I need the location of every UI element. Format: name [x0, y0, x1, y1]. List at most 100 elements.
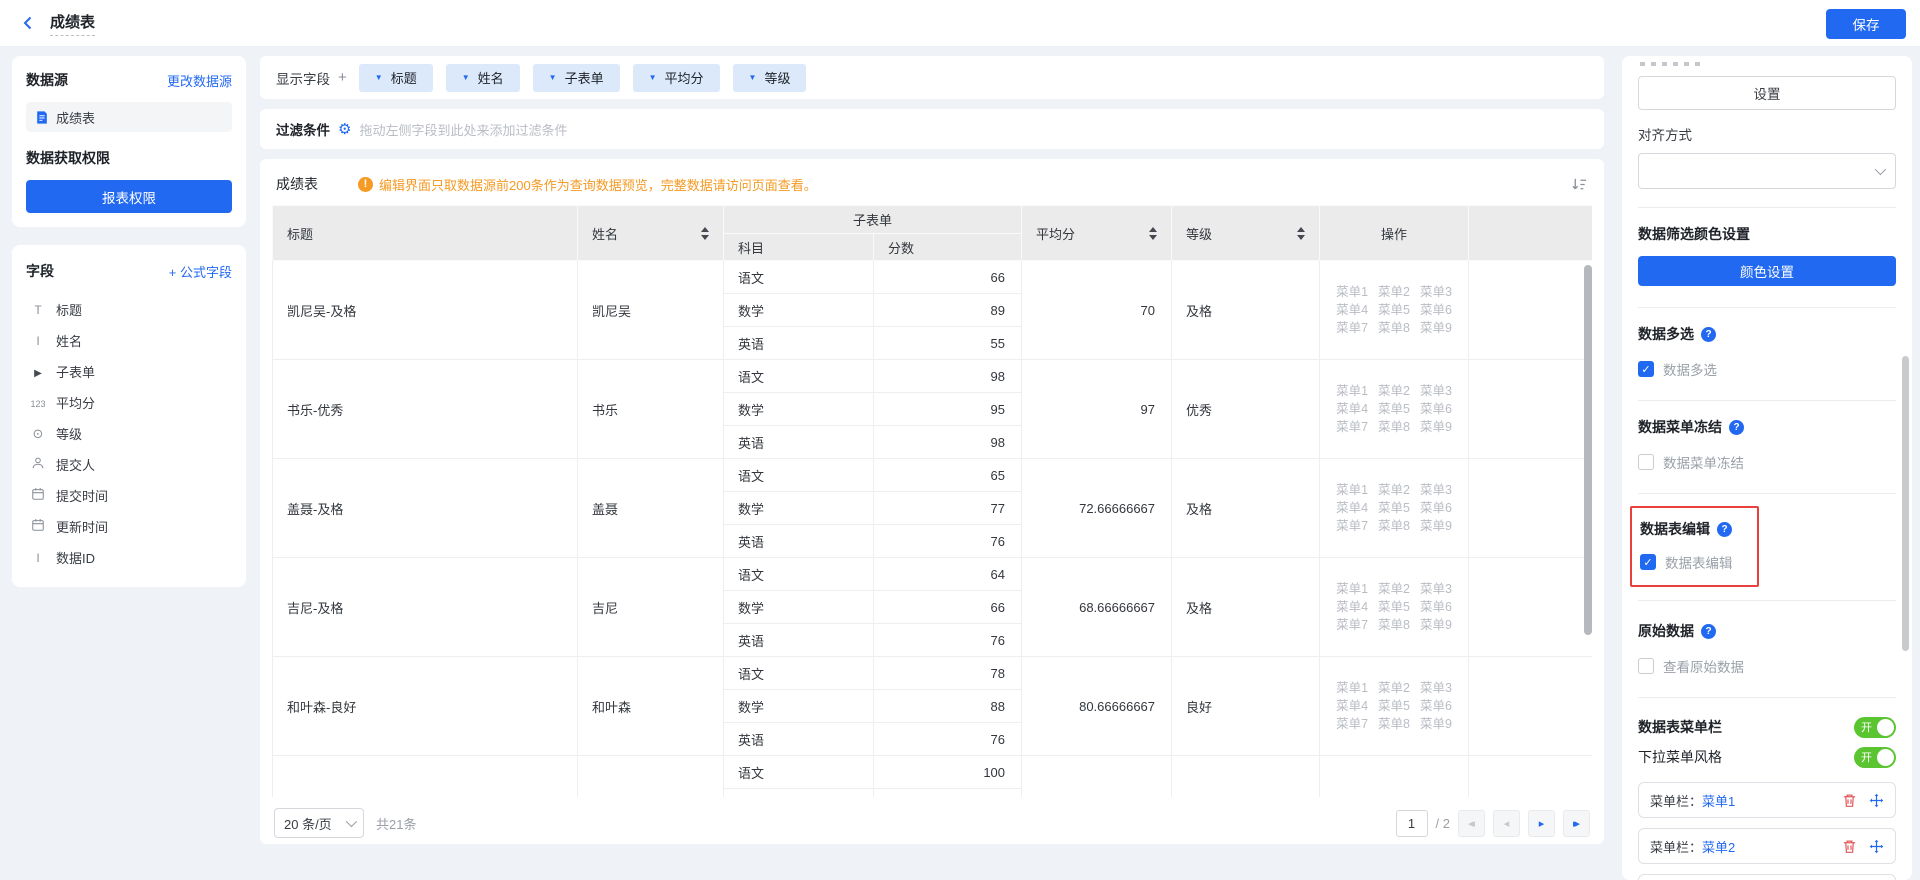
tag-caret-icon[interactable]: ▼ [649, 73, 657, 82]
op-menu-item[interactable]: 菜单2 [1378, 285, 1410, 299]
op-menu-item[interactable]: 菜单4 [1336, 402, 1368, 416]
datasource-item[interactable]: 成绩表 [26, 102, 232, 132]
op-menu-item[interactable]: 菜单3 [1420, 285, 1452, 299]
op-menu-item[interactable]: 菜单3 [1420, 681, 1452, 695]
op-menu-item[interactable]: 菜单2 [1378, 384, 1410, 398]
move-icon[interactable] [1869, 839, 1884, 854]
op-menu-item[interactable]: 菜单9 [1420, 618, 1452, 632]
op-menu-item[interactable]: 菜单5 [1378, 699, 1410, 713]
page-number-input[interactable] [1396, 810, 1428, 837]
back-icon[interactable] [14, 9, 42, 37]
page-title[interactable]: 成绩表 [50, 11, 95, 36]
field-item-姓名[interactable]: I姓名 [26, 325, 232, 356]
col-header-name[interactable]: 姓名 [578, 206, 724, 261]
op-menu-item[interactable]: 菜单5 [1378, 501, 1410, 515]
op-menu-item[interactable]: 菜单4 [1336, 303, 1368, 317]
display-field-tag-标题[interactable]: ▼标题 [359, 64, 433, 92]
op-menu-item[interactable]: 菜单1 [1336, 285, 1368, 299]
op-menu-item[interactable]: 菜单1 [1336, 681, 1368, 695]
display-field-tag-平均分[interactable]: ▼平均分 [633, 64, 720, 92]
add-formula-field-link[interactable]: + 公式字段 [169, 262, 232, 281]
op-menu-item[interactable]: 菜单7 [1336, 519, 1368, 533]
op-menu-item[interactable]: 菜单9 [1420, 420, 1452, 434]
report-permission-button[interactable]: 报表权限 [26, 180, 232, 213]
sort-order-icon[interactable] [1571, 176, 1588, 193]
op-menu-item[interactable]: 菜单1 [1336, 582, 1368, 596]
tag-caret-icon[interactable]: ▼ [375, 73, 383, 82]
move-icon[interactable] [1869, 793, 1884, 808]
field-item-更新时间[interactable]: 更新时间 [26, 511, 232, 542]
display-field-tag-姓名[interactable]: ▼姓名 [446, 64, 520, 92]
op-menu-item[interactable]: 菜单4 [1336, 501, 1368, 515]
table-menubar-toggle[interactable]: 开 [1854, 717, 1896, 738]
menubar-card-菜单1[interactable]: 菜单栏：菜单1 [1638, 782, 1896, 818]
op-menu-item[interactable]: 菜单8 [1378, 717, 1410, 731]
op-menu-item[interactable]: 菜单8 [1378, 321, 1410, 335]
op-menu-item[interactable]: 菜单9 [1420, 519, 1452, 533]
op-menu-item[interactable]: 菜单6 [1420, 600, 1452, 614]
op-menu-item[interactable]: 菜单9 [1420, 321, 1452, 335]
table-vertical-scrollbar[interactable] [1584, 265, 1592, 635]
tag-caret-icon[interactable]: ▼ [549, 73, 557, 82]
add-display-field-icon[interactable]: + [338, 69, 347, 86]
op-menu-item[interactable]: 菜单3 [1420, 582, 1452, 596]
op-menu-item[interactable]: 菜单7 [1336, 717, 1368, 731]
raw-data-checkbox[interactable] [1638, 658, 1654, 674]
op-menu-item[interactable]: 菜单3 [1420, 384, 1452, 398]
op-menu-item[interactable]: 菜单5 [1378, 303, 1410, 317]
field-item-子表单[interactable]: ▶子表单 [26, 356, 232, 387]
menu-freeze-checkbox[interactable] [1638, 454, 1654, 470]
help-icon[interactable]: ? [1701, 327, 1716, 342]
panel-vertical-scrollbar[interactable] [1902, 356, 1909, 651]
filter-gear-icon[interactable]: ⚙ [338, 120, 351, 138]
name-sort-control[interactable] [701, 227, 709, 240]
display-field-tag-等级[interactable]: ▼等级 [733, 64, 807, 92]
field-item-标题[interactable]: T标题 [26, 294, 232, 325]
op-menu-item[interactable]: 菜单5 [1378, 402, 1410, 416]
settings-button[interactable]: 设置 [1638, 76, 1896, 110]
field-item-平均分[interactable]: 123平均分 [26, 387, 232, 418]
op-menu-item[interactable]: 菜单2 [1378, 483, 1410, 497]
field-item-等级[interactable]: ⊙等级 [26, 418, 232, 449]
page-size-select[interactable]: 20 条/页 [274, 808, 364, 838]
display-field-tag-子表单[interactable]: ▼子表单 [533, 64, 620, 92]
op-menu-item[interactable]: 菜单2 [1378, 582, 1410, 596]
menubar-card-name[interactable]: 菜单1 [1702, 791, 1735, 810]
op-menu-item[interactable]: 菜单6 [1420, 303, 1452, 317]
col-header-grade[interactable]: 等级 [1172, 206, 1320, 261]
field-item-提交人[interactable]: 提交人 [26, 449, 232, 480]
col-header-avg[interactable]: 平均分 [1022, 206, 1172, 261]
field-item-提交时间[interactable]: 提交时间 [26, 480, 232, 511]
multi-select-checkbox[interactable]: ✓ [1638, 361, 1654, 377]
op-menu-item[interactable]: 菜单7 [1336, 420, 1368, 434]
col-header-title[interactable]: 标题 [273, 206, 578, 261]
color-settings-button[interactable]: 颜色设置 [1638, 256, 1896, 286]
last-page-button[interactable]: ▸▸ [1563, 810, 1590, 837]
menubar-card-菜单2[interactable]: 菜单栏：菜单2 [1638, 828, 1896, 864]
help-icon[interactable]: ? [1717, 522, 1732, 537]
menubar-card-name[interactable]: 菜单2 [1702, 837, 1735, 856]
align-select[interactable] [1638, 153, 1896, 189]
dropdown-style-toggle[interactable]: 开 [1854, 747, 1896, 768]
menubar-card-菜单3[interactable]: 菜单栏：菜单3 [1638, 874, 1896, 880]
table-edit-checkbox[interactable]: ✓ [1640, 554, 1656, 570]
delete-icon[interactable] [1842, 839, 1857, 854]
op-menu-item[interactable]: 菜单6 [1420, 402, 1452, 416]
op-menu-item[interactable]: 菜单7 [1336, 321, 1368, 335]
op-menu-item[interactable]: 菜单6 [1420, 501, 1452, 515]
prev-page-button[interactable]: ◂ [1493, 810, 1520, 837]
field-item-数据ID[interactable]: I数据ID [26, 542, 232, 573]
op-menu-item[interactable]: 菜单2 [1378, 681, 1410, 695]
op-menu-item[interactable]: 菜单4 [1336, 600, 1368, 614]
tag-caret-icon[interactable]: ▼ [462, 73, 470, 82]
op-menu-item[interactable]: 菜单4 [1336, 699, 1368, 713]
op-menu-item[interactable]: 菜单9 [1420, 717, 1452, 731]
op-menu-item[interactable]: 菜单8 [1378, 519, 1410, 533]
next-page-button[interactable]: ▸ [1528, 810, 1555, 837]
op-menu-item[interactable]: 菜单7 [1336, 618, 1368, 632]
op-menu-item[interactable]: 菜单1 [1336, 483, 1368, 497]
op-menu-item[interactable]: 菜单8 [1378, 420, 1410, 434]
grade-sort-control[interactable] [1297, 227, 1305, 240]
save-button[interactable]: 保存 [1826, 9, 1906, 39]
op-menu-item[interactable]: 菜单8 [1378, 618, 1410, 632]
